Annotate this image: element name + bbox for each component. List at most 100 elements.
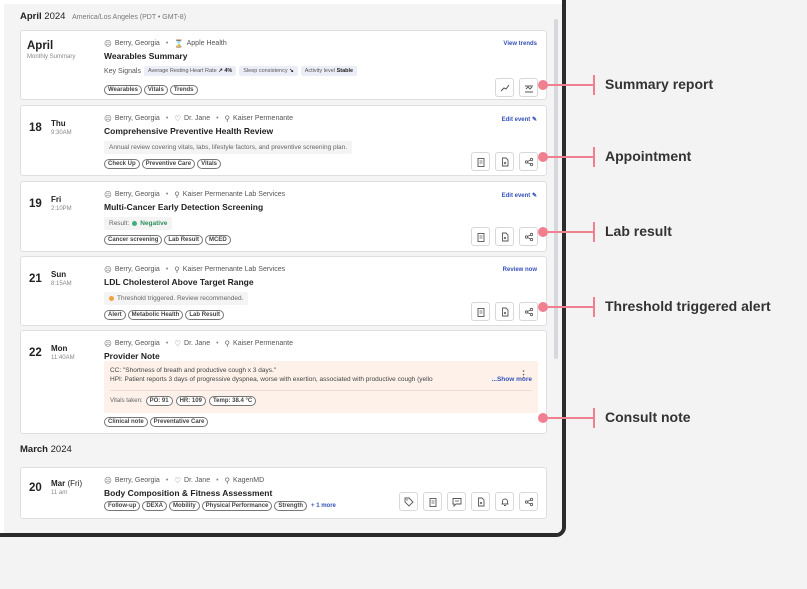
tag[interactable]: Lab Result xyxy=(185,310,225,320)
warning-dot xyxy=(109,296,114,301)
event-day: 19 xyxy=(29,198,42,210)
tag[interactable]: Clinical note xyxy=(104,417,148,427)
tag[interactable]: Vitals xyxy=(143,85,168,95)
tag[interactable]: MCED xyxy=(205,235,231,245)
alert-date: 21 Sun 8:15AM xyxy=(29,269,72,287)
document-button[interactable] xyxy=(495,152,514,171)
watch-icon: ⌛ xyxy=(174,39,184,48)
trend-down-icon: ↘ xyxy=(289,68,294,74)
share-button[interactable] xyxy=(519,302,538,321)
tag[interactable]: Metabolic Health xyxy=(127,310,184,320)
message-icon xyxy=(452,497,461,507)
location-pin-icon: ⚲ xyxy=(174,265,180,274)
pencil-icon: ✎ xyxy=(531,193,537,199)
summary-meta: ☹ Berry, Georgia • ⌛ Apple Health xyxy=(104,39,538,48)
tag[interactable]: Wearables xyxy=(104,85,142,95)
patient-name: Berry, Georgia xyxy=(114,340,160,347)
tag[interactable]: Alert xyxy=(104,310,126,320)
tag-icon xyxy=(404,497,414,507)
march-event-card[interactable]: 20 Mar (Fri) 11 am ☹ Berry, Georgia • ♡ … xyxy=(20,467,547,519)
location-name: Kaiser Permenante xyxy=(233,340,293,347)
tag[interactable]: Lab Result xyxy=(164,235,204,245)
tag[interactable]: Trends xyxy=(169,85,198,95)
edit-event-link[interactable]: Edit event ✎ xyxy=(502,116,537,123)
location-pin-icon: ⚲ xyxy=(174,190,180,199)
event-weekday: Fri xyxy=(51,195,62,204)
more-tags-link[interactable]: + 1 more xyxy=(309,501,338,511)
message-button[interactable] xyxy=(447,492,466,511)
clipboard-button[interactable] xyxy=(471,302,490,321)
tag[interactable]: Check Up xyxy=(104,159,140,169)
stethoscope-icon: ♡ xyxy=(174,339,182,348)
clipboard-button[interactable] xyxy=(423,492,442,511)
person-icon: ☹ xyxy=(104,265,112,274)
tag[interactable]: Preventative Care xyxy=(149,417,209,427)
bell-button[interactable] xyxy=(495,492,514,511)
location-pin-icon: ⚲ xyxy=(224,476,231,485)
sleep-chart-icon xyxy=(524,85,533,92)
alert-card[interactable]: 21 Sun 8:15AM ☹ Berry, Georgia • ⚲ Kaise… xyxy=(20,256,547,326)
tag-button[interactable] xyxy=(399,492,418,511)
consult-content: ☹ Berry, Georgia • ♡ Dr. Jane • ⚲ Kaiser… xyxy=(104,339,538,361)
share-button[interactable] xyxy=(519,152,538,171)
provider-name: Dr. Jane xyxy=(184,477,211,484)
share-icon xyxy=(524,497,533,506)
lab-result-card[interactable]: 19 Fri 2:10PM ☹ Berry, Georgia • ⚲ Kaise… xyxy=(20,181,547,252)
provider-name: Dr. Jane xyxy=(184,340,211,347)
location-pin-icon: ⚲ xyxy=(224,114,231,123)
clipboard-icon xyxy=(477,232,484,242)
review-now-link[interactable]: Review now xyxy=(503,267,537,273)
callout-label: Threshold triggered alert xyxy=(605,298,771,314)
lab-result-line: Result: Negative xyxy=(104,217,173,230)
more-options-icon[interactable]: ⋮ xyxy=(519,369,528,380)
signal-chip-sleep: Sleep consistency ↘ xyxy=(239,66,298,76)
tag[interactable]: Mobility xyxy=(169,501,200,511)
month-header-march: March 2024 xyxy=(20,444,72,455)
share-button[interactable] xyxy=(519,227,538,246)
key-signals: Key Signals Average Resting Heart Rate ↗… xyxy=(104,66,538,76)
document-icon xyxy=(477,497,484,506)
event-time: 2:10PM xyxy=(51,206,72,212)
tag[interactable]: Vitals xyxy=(197,159,221,169)
trend-chart-button[interactable] xyxy=(495,78,514,97)
clipboard-button[interactable] xyxy=(471,152,490,171)
app-window: April 2024 America/Los Angeles (PDT • GM… xyxy=(0,0,566,537)
edit-event-link[interactable]: Edit event ✎ xyxy=(502,192,537,199)
divider xyxy=(110,390,532,391)
view-trends-link[interactable]: View trends xyxy=(503,41,537,47)
summary-month: April xyxy=(27,40,54,52)
appointment-card[interactable]: 18 Thu 9:30AM ☹ Berry, Georgia • ♡ Dr. J… xyxy=(20,105,547,176)
alert-meta: ☹ Berry, Georgia • ⚲ Kaiser Permenante L… xyxy=(104,265,286,274)
clipboard-button[interactable] xyxy=(471,227,490,246)
tag[interactable]: DEXA xyxy=(142,501,167,511)
tag[interactable]: Cancer screening xyxy=(104,235,163,245)
tag[interactable]: Strength xyxy=(274,501,308,511)
summary-card[interactable]: April Monthly Summary ☹ Berry, Georgia •… xyxy=(20,30,547,100)
tag[interactable]: Physical Performance xyxy=(201,501,273,511)
event-title: Provider Note xyxy=(104,351,160,361)
result-value: Negative xyxy=(140,220,168,227)
event-weekday: Sun xyxy=(51,270,67,279)
summary-actions xyxy=(495,78,538,97)
vital-chip: Temp: 38.4 °C xyxy=(208,396,257,406)
march-event-date: 20 Mar (Fri) 11 am xyxy=(29,478,82,496)
stethoscope-icon: ♡ xyxy=(174,114,182,123)
event-day: 22 xyxy=(29,347,42,359)
person-icon: ☹ xyxy=(104,339,112,348)
scrollbar[interactable] xyxy=(554,19,558,359)
clipboard-icon xyxy=(477,157,484,167)
vitals-label: Vitals taken: xyxy=(110,398,143,404)
lab-date: 19 Fri 2:10PM xyxy=(29,194,72,212)
alert-status: Threshold triggered. Review recommended. xyxy=(117,295,244,302)
trend-icon xyxy=(500,84,509,91)
consult-note-card[interactable]: 22 Mon 11:40AM ☹ Berry, Georgia • ♡ Dr. … xyxy=(20,330,547,434)
sleep-report-button[interactable] xyxy=(519,78,538,97)
result-label: Result: xyxy=(109,220,130,227)
tag[interactable]: Follow-up xyxy=(104,501,141,511)
document-button[interactable] xyxy=(495,227,514,246)
summary-title: Wearables Summary xyxy=(104,51,188,61)
document-button[interactable] xyxy=(495,302,514,321)
document-button[interactable] xyxy=(471,492,490,511)
tag[interactable]: Preventive Care xyxy=(141,159,196,169)
share-button[interactable] xyxy=(519,492,538,511)
